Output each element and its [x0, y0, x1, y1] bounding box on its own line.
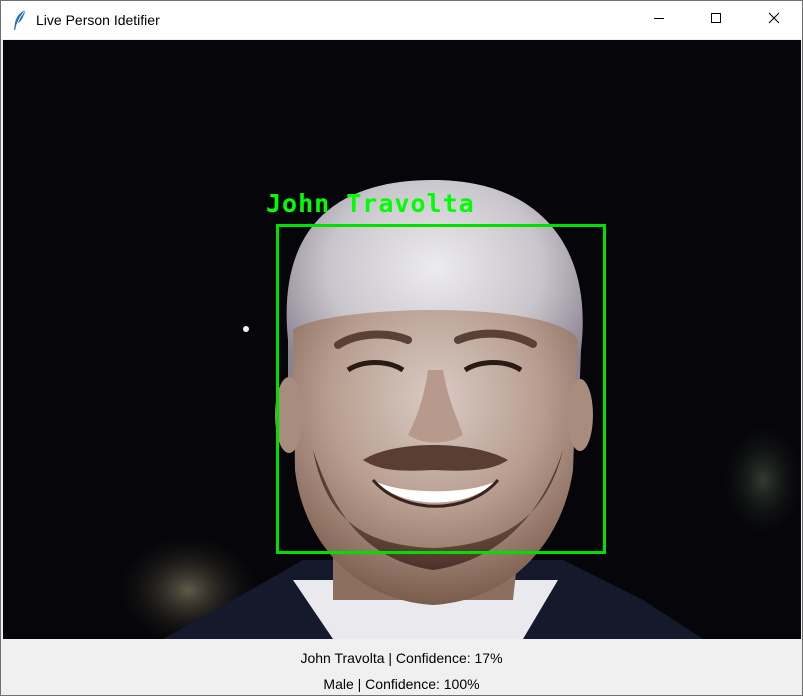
close-button[interactable] [751, 1, 797, 39]
gender-confidence-label: Male | Confidence: 100% [323, 676, 480, 692]
minimize-button[interactable] [636, 1, 682, 39]
maximize-button[interactable] [693, 1, 739, 39]
title-bar[interactable]: Live Person Idetifier [1, 1, 802, 39]
app-window: Live Person Idetifier John Travolta John… [0, 0, 803, 696]
minimize-icon [653, 11, 665, 29]
feather-icon [11, 9, 29, 31]
close-icon [768, 11, 780, 29]
maximize-icon [710, 11, 722, 29]
window-title: Live Person Idetifier [36, 12, 160, 28]
video-feed: John Travolta [3, 40, 801, 639]
face-detection-box [276, 224, 606, 554]
identity-confidence-label: John Travolta | Confidence: 17% [300, 650, 503, 666]
face-name-label: John Travolta [266, 189, 475, 218]
